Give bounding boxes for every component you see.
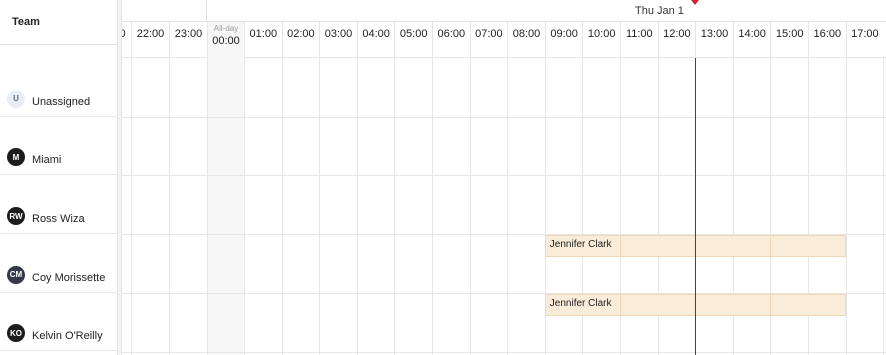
team-member-name: Miami: [32, 154, 62, 167]
team-header: Team: [0, 0, 117, 45]
grid-column-line: [469, 58, 471, 355]
avatar: KO: [7, 324, 25, 343]
grid-column-line: [281, 58, 283, 355]
event-hour-divider: [619, 236, 621, 257]
schedule-body: Jennifer Clark Jennifer Clark: [122, 58, 886, 355]
date-header: Thu Jan 1: [122, 0, 886, 22]
hour-cell: 03:00: [319, 22, 357, 58]
date-divider: [206, 0, 207, 22]
grid-column-line: [169, 58, 170, 355]
allday-column: [207, 58, 244, 355]
hour-cell: 08:00: [507, 22, 545, 58]
current-time-marker-icon: [691, 0, 699, 5]
hour-cell: 17:00: [845, 22, 884, 58]
hour-header: 0 22:00 23:00 All-day 00:00 01:00 02:00 03…: [122, 22, 886, 58]
team-member-name: Kelvin O'Reilly: [32, 330, 103, 343]
hour-cell: 09:00: [544, 22, 583, 58]
avatar: M: [7, 148, 25, 167]
team-row-kelvin-oreilly[interactable]: KO Kelvin O'Reilly: [0, 293, 118, 352]
hour-cell-partial: 0: [122, 28, 126, 40]
current-time-line: [695, 58, 696, 355]
avatar: RW: [7, 207, 25, 226]
team-header-label: Team: [12, 16, 40, 28]
event-hour-divider: [770, 236, 772, 257]
hour-cell: 11:00: [620, 22, 658, 58]
event-hour-divider: [619, 294, 621, 315]
grid-row-line: [122, 116, 886, 118]
hour-cell: 14:00: [732, 22, 771, 58]
hour-cell-allday: All-day 00:00: [207, 22, 244, 58]
grid-row-line: [122, 175, 886, 177]
grid-row-line: [122, 351, 886, 353]
grid-column-line: [356, 58, 358, 355]
timeline-grid: Thu Jan 1 0 22:00 23:00 All-day 00:00 01…: [122, 0, 886, 355]
team-member-name: Unassigned: [32, 95, 91, 108]
hour-cell: 23:00: [169, 22, 207, 58]
team-member-name: Ross Wiza: [32, 213, 85, 226]
grid-column-line: [319, 58, 321, 355]
hour-cell: 16:00: [808, 22, 846, 58]
team-row-coy-morissette[interactable]: CM Coy Morissette: [0, 234, 118, 293]
date-label: Thu Jan 1: [635, 5, 684, 17]
grid-column-line: [394, 58, 396, 355]
team-list: U Unassigned M Miami RW Ross Wiza CM Coy…: [0, 58, 118, 352]
team-row-unassigned[interactable]: U Unassigned: [0, 58, 118, 117]
hour-cell: 07:00: [469, 22, 508, 58]
team-row-miami[interactable]: M Miami: [0, 117, 118, 176]
hour-cell: 13:00: [695, 22, 733, 58]
event-hour-divider: [770, 294, 772, 315]
event-title: Jennifer Clark: [549, 297, 612, 309]
team-member-name: Coy Morissette: [32, 271, 106, 284]
hour-cell: 15:00: [770, 22, 808, 58]
grid-column-line: [432, 58, 433, 355]
hour-cell: 01:00: [244, 22, 282, 58]
grid-column-line: [207, 58, 208, 355]
hour-cell: 05:00: [394, 22, 432, 58]
grid-column-line: [244, 58, 245, 355]
grid-column-line: [845, 58, 847, 355]
hour-cell: 22:00: [131, 22, 169, 58]
hour-cell: 02:00: [281, 22, 320, 58]
grid-column-line: [507, 58, 509, 355]
team-row-ross-wiza[interactable]: RW Ross Wiza: [0, 175, 118, 235]
grid-column-line: [131, 58, 132, 355]
hour-cell: 10:00: [582, 22, 620, 58]
grid-column-line: [883, 58, 885, 355]
avatar: U: [7, 89, 25, 108]
hour-cell: 04:00: [356, 22, 395, 58]
hour-cell: 06:00: [432, 22, 470, 58]
avatar: CM: [7, 265, 25, 284]
event-title: Jennifer Clark: [549, 239, 612, 251]
team-panel: Team U Unassigned M Miami RW Ross Wiza C…: [0, 0, 118, 355]
hour-cell: 12:00: [657, 22, 696, 58]
